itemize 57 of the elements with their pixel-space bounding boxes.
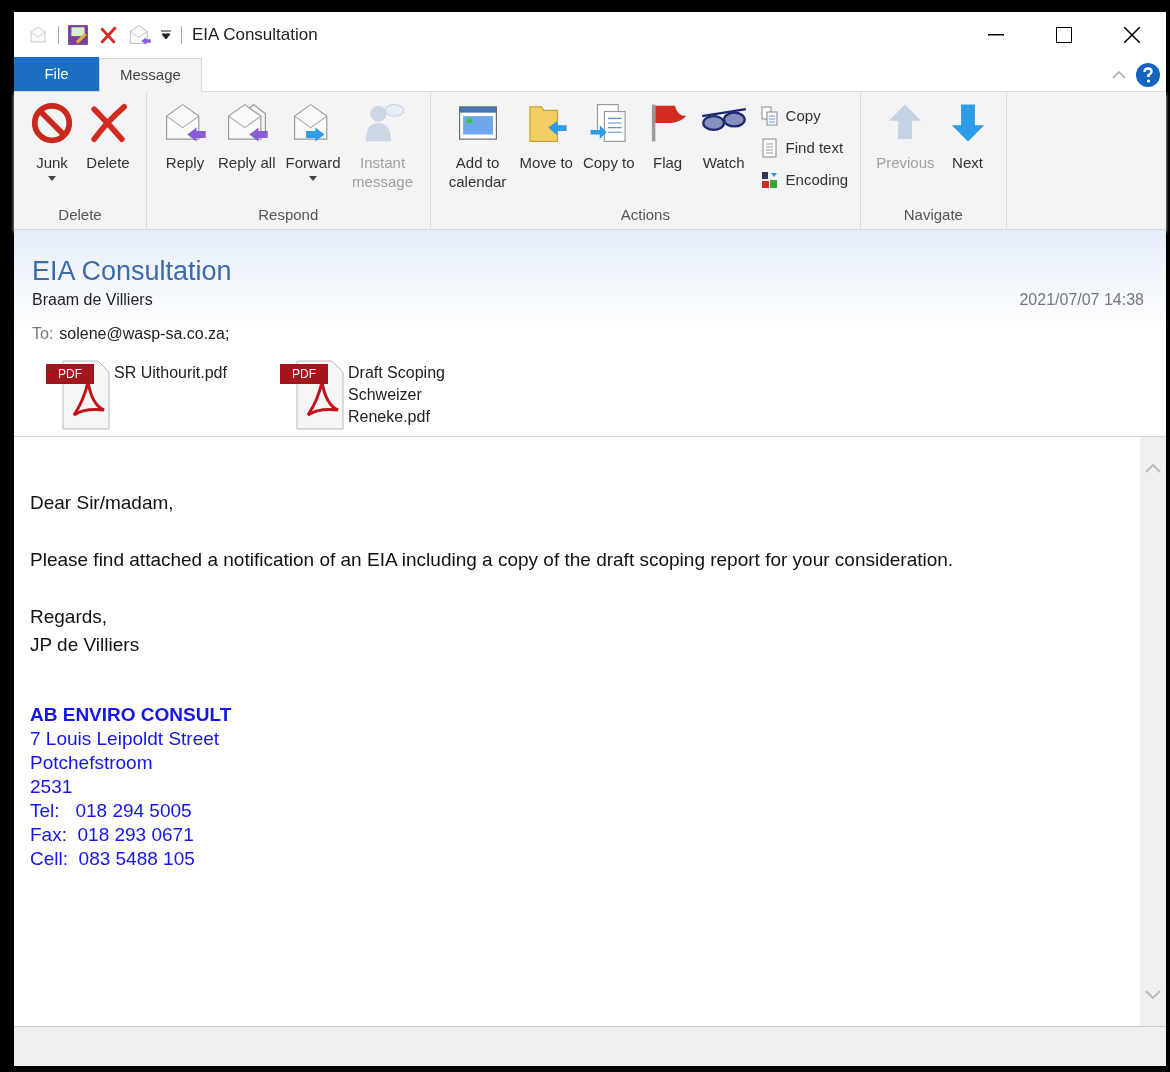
ribbon-button[interactable]: Watch <box>697 92 750 204</box>
ribbon-button[interactable]: Add to calendar <box>442 92 513 204</box>
attachment[interactable]: PDF Draft Scoping Schweizer Reneke.pdf <box>280 360 468 430</box>
save-icon[interactable] <box>67 24 89 46</box>
body-paragraph: Dear Sir/madam, <box>30 491 175 515</box>
body-paragraph: Please find attached a notification of an EIA including a copy of the draft scoping report for your consideration. <box>30 548 955 572</box>
signature-line: Fax: 018 293 0671 <box>30 823 195 847</box>
dropdown-icon[interactable] <box>161 30 171 40</box>
collapse-icon[interactable] <box>1112 71 1126 79</box>
group-label: Delete <box>58 205 102 225</box>
ribbon-button[interactable]: Move to <box>516 92 576 204</box>
scroll-down-icon[interactable] <box>1145 990 1161 1000</box>
ribbon-icon <box>759 106 780 126</box>
ribbon-button[interactable]: Copy to <box>579 92 638 204</box>
scroll-up-icon[interactable] <box>1145 463 1161 473</box>
close-icon <box>1124 27 1140 43</box>
ribbon-icon <box>759 138 780 158</box>
maximize-icon <box>1056 27 1072 43</box>
ribbon-button[interactable]: Flag <box>641 92 694 204</box>
attachment[interactable]: PDF SR Uithourit.pdf <box>46 360 234 430</box>
group-label: Actions <box>620 205 670 225</box>
signature-line: 2531 <box>30 775 74 799</box>
signature-line: Tel: 018 294 5005 <box>30 799 193 823</box>
ribbon-icon <box>29 100 75 146</box>
file-type-badge: PDF <box>280 364 328 384</box>
attachment-name: SR Uithourit.pdf <box>114 363 228 383</box>
ribbon-button[interactable]: Next <box>941 92 994 204</box>
body-paragraph: Regards, JP de Villiers <box>30 605 141 657</box>
ribbon-tab[interactable]: Message <box>99 58 202 92</box>
group-label: Navigate <box>903 205 963 225</box>
attachment-name: Draft Scoping Schweizer Reneke.pdf <box>348 363 446 427</box>
recipient[interactable]: solene@wasp-sa.co.za; <box>59 322 230 346</box>
reply-icon[interactable] <box>127 23 153 47</box>
group-label: Respond <box>258 205 319 225</box>
signature-line: Cell: 083 5488 105 <box>30 847 196 871</box>
window-title: EIA Consultation <box>192 24 318 47</box>
message-subject: EIA Consultation <box>32 255 233 288</box>
file-tab[interactable]: File <box>14 57 99 91</box>
company-name: AB ENVIRO CONSULT <box>30 703 233 727</box>
sender-name: Braam de Villiers <box>32 290 153 310</box>
ribbon-button[interactable]: Forward <box>282 92 344 204</box>
ribbon-button[interactable]: Reply <box>159 92 211 204</box>
scrollbar[interactable] <box>1140 437 1166 1026</box>
signature-line: Potchefstroom <box>30 751 154 775</box>
ribbon-button[interactable]: Encoding <box>759 166 849 194</box>
minimize-icon <box>988 34 1004 36</box>
file-type-badge: PDF <box>46 364 94 384</box>
ribbon-button[interactable]: Delete <box>82 92 134 204</box>
ribbon-button[interactable]: Junk <box>26 92 78 204</box>
ribbon-button[interactable]: Find text <box>759 134 849 162</box>
ribbon-button[interactable]: Reply all <box>215 92 279 204</box>
signature-line: 7 Louis Leipoldt Street <box>30 727 221 751</box>
message-date: 2021/07/07 14:38 <box>1019 290 1145 310</box>
ribbon-icon <box>759 170 780 190</box>
ribbon-button[interactable]: Copy <box>759 102 849 130</box>
to-label: To: <box>32 324 54 344</box>
help-icon[interactable] <box>1136 63 1160 87</box>
